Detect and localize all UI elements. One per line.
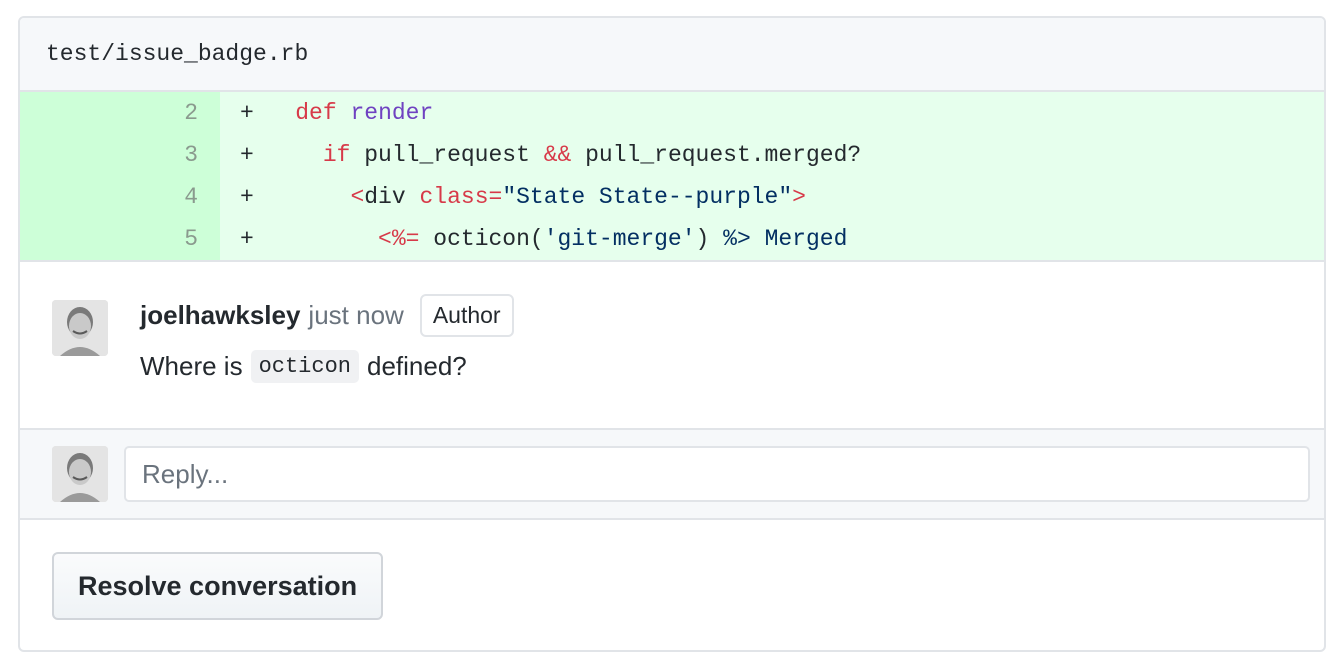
code-call: octicon( (433, 226, 544, 252)
author-badge: Author (419, 294, 514, 337)
code-tag: div (364, 184, 406, 210)
line-number[interactable]: 5 (20, 218, 220, 260)
reply-box (20, 430, 1324, 520)
code-line: + <div class="State State--purple"> (220, 176, 1324, 218)
diff-line: 4 + <div class="State State--purple"> (20, 176, 1324, 218)
code-erb-close: %> (723, 226, 751, 252)
line-number[interactable]: 2 (20, 92, 220, 134)
comment-body: Where is octicon defined? (140, 350, 467, 383)
reply-input[interactable] (124, 446, 1310, 502)
avatar-image (52, 446, 108, 502)
code-punct: > (792, 184, 806, 210)
code-erb-open: <%= (378, 226, 420, 252)
avatar[interactable] (52, 446, 108, 502)
code-text: Merged (764, 226, 848, 252)
code-punct: < (350, 184, 365, 210)
author-name[interactable]: joelhawksley (140, 300, 300, 331)
diff-marker: + (240, 184, 254, 210)
diff-line: 3 + if pull_request && pull_request.merg… (20, 134, 1324, 176)
code-attr: class= (419, 184, 503, 210)
code-punct: ) (695, 226, 710, 252)
review-thread: test/issue_badge.rb 2 + def render 3 + i… (18, 16, 1326, 652)
code-identifier: pull_request.merged? (585, 142, 862, 168)
code-line: + <%= octicon('git-merge') %> Merged (220, 218, 1324, 260)
file-path[interactable]: test/issue_badge.rb (46, 41, 308, 67)
diff-hunk: 2 + def render 3 + if pull_request && pu… (20, 92, 1324, 262)
line-number[interactable]: 4 (20, 176, 220, 218)
code-operator: && (543, 142, 572, 168)
comment: joelhawksley just now Author Where is oc… (20, 262, 1324, 430)
resolve-conversation-button[interactable]: Resolve conversation (52, 552, 384, 620)
line-number[interactable]: 3 (20, 134, 220, 176)
code-function: render (350, 100, 434, 126)
inline-code: octicon (250, 350, 359, 383)
timestamp[interactable]: just now (308, 300, 403, 331)
comment-text: Where is (140, 351, 243, 381)
diff-line: 2 + def render (20, 92, 1324, 134)
code-line: + if pull_request && pull_request.merged… (220, 134, 1324, 176)
diff-marker: + (240, 226, 254, 252)
avatar-image (52, 300, 108, 356)
diff-marker: + (240, 100, 254, 126)
code-line: + def render (220, 92, 1324, 134)
avatar[interactable] (52, 300, 108, 356)
diff-line: 5 + <%= octicon('git-merge') %> Merged (20, 218, 1324, 260)
diff-marker: + (240, 142, 254, 168)
comment-text: defined? (367, 351, 467, 381)
code-keyword: if (322, 142, 351, 168)
code-identifier: pull_request (364, 142, 530, 168)
code-keyword: def (295, 100, 337, 126)
code-string: "State State--purple" (502, 184, 793, 210)
comment-header: joelhawksley just now Author (140, 294, 514, 337)
file-header: test/issue_badge.rb (20, 18, 1324, 92)
code-string: 'git-merge' (543, 226, 696, 252)
